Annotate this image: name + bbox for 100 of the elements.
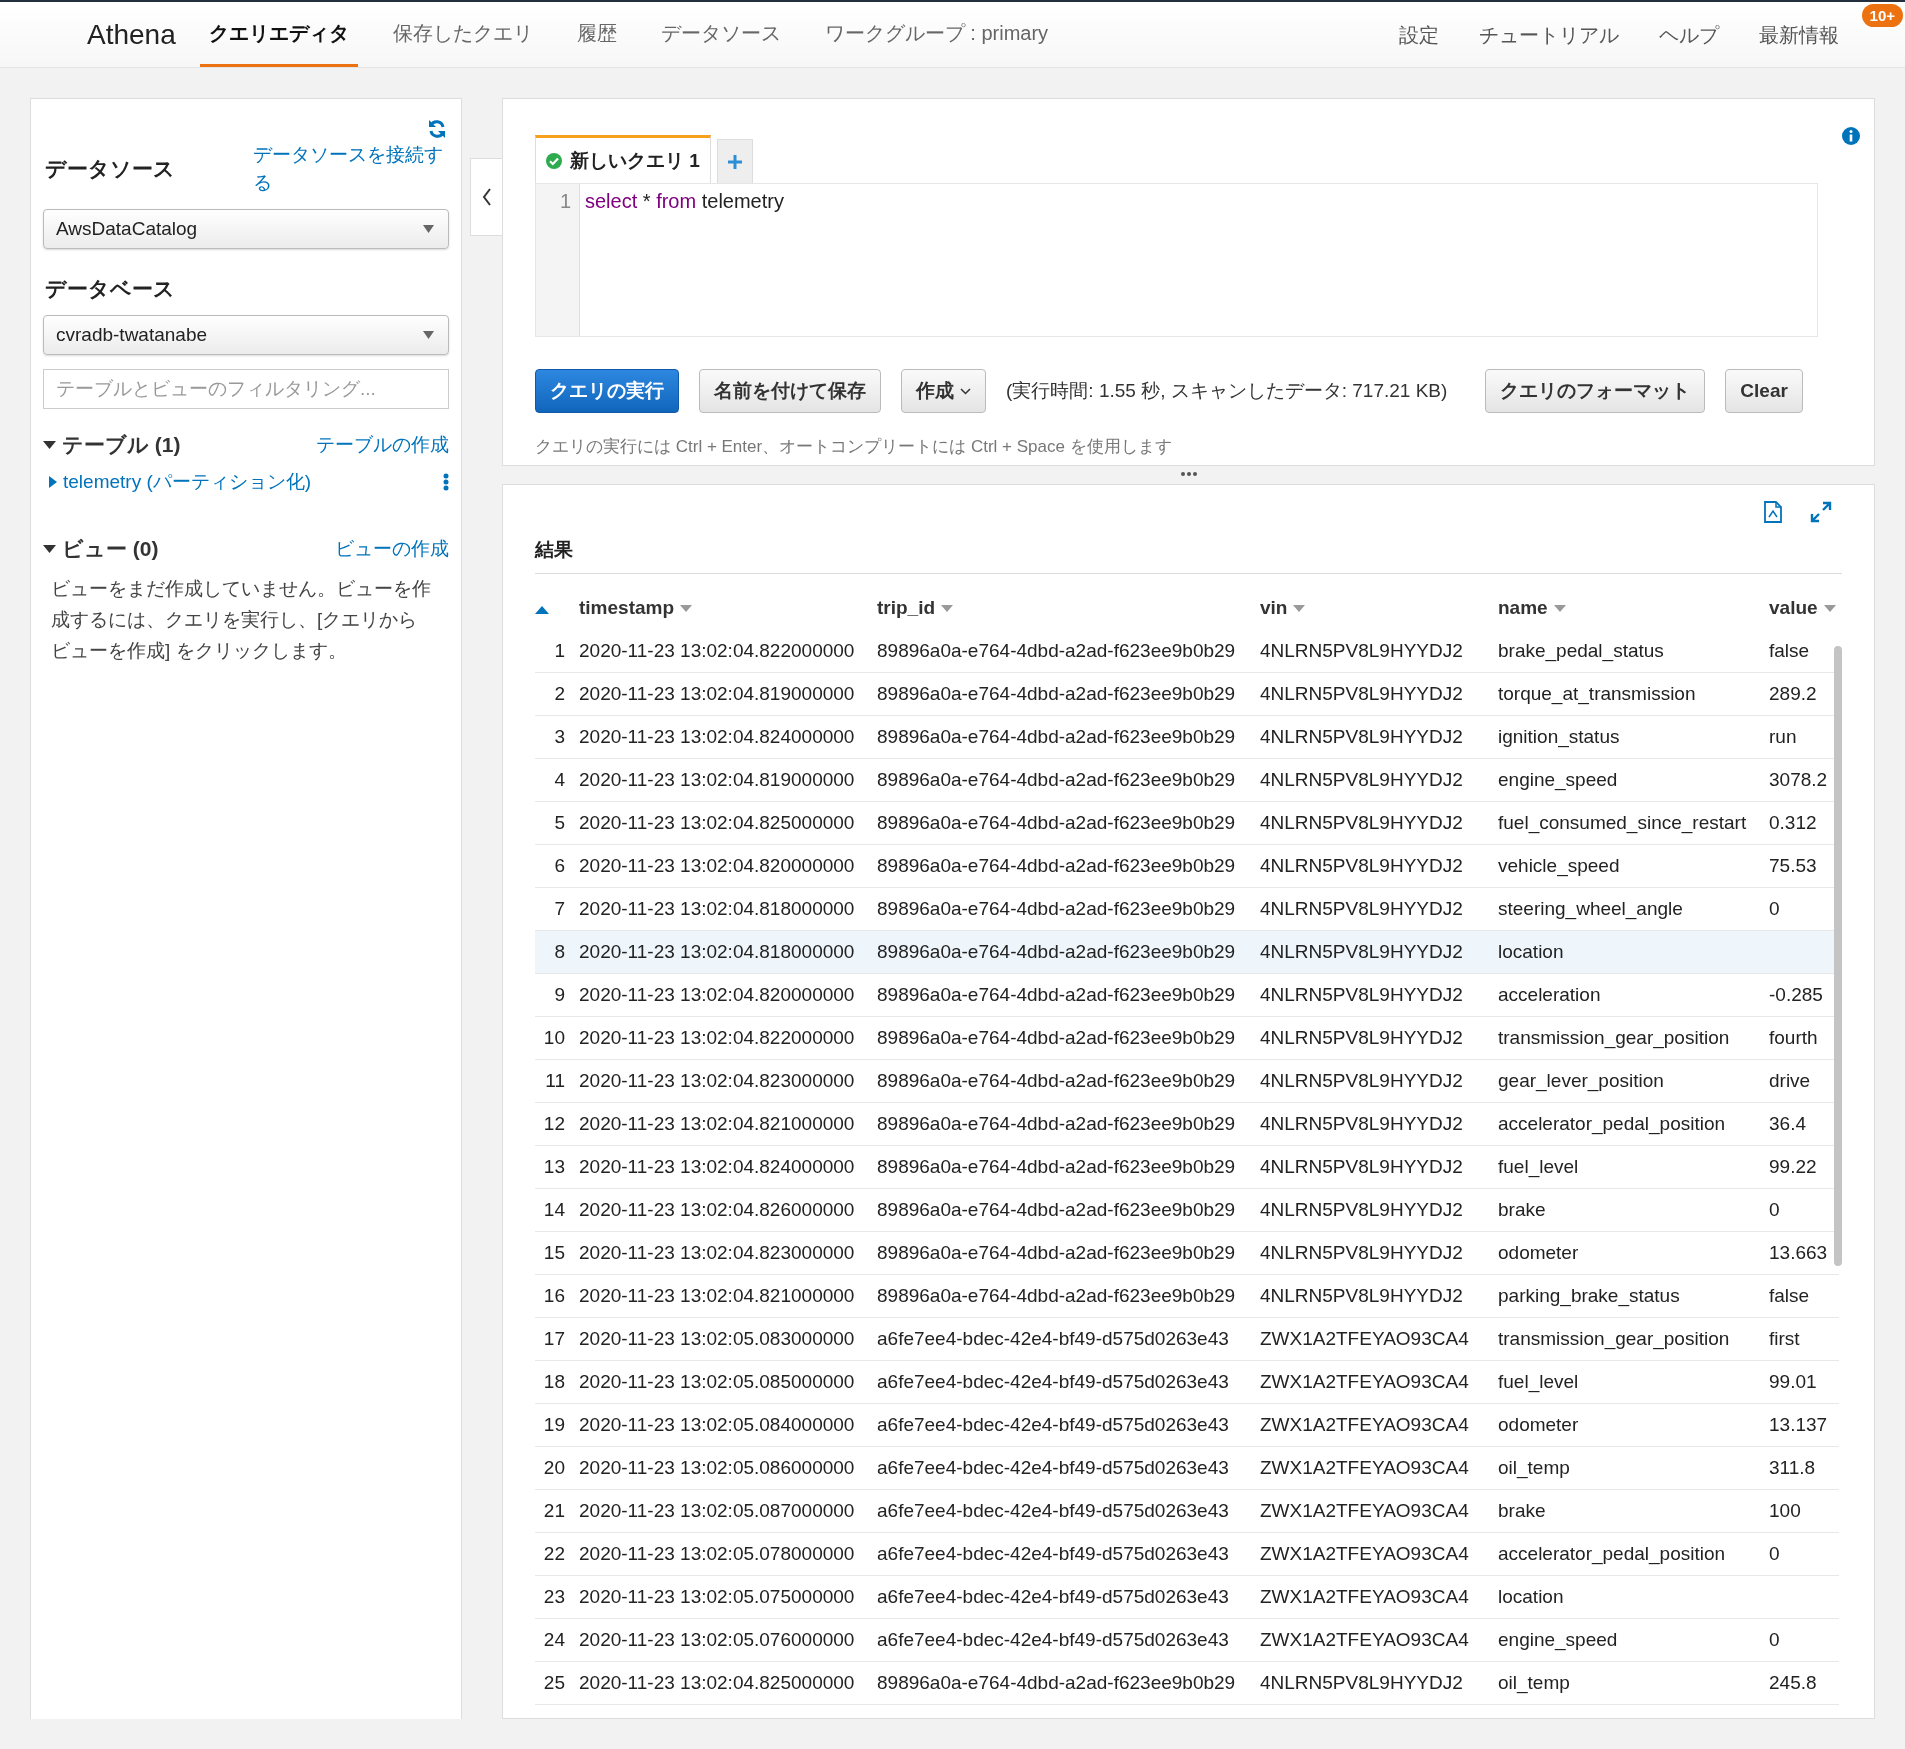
- expanded-triangle-icon[interactable]: [43, 545, 56, 553]
- nav-link[interactable]: 最新情報: [1759, 23, 1839, 46]
- new-tab-button[interactable]: [716, 139, 753, 183]
- table-cell: 89896a0a-e764-4dbd-a2ad-f623ee9b0b29: [877, 1242, 1236, 1263]
- run-query-button[interactable]: クエリの実行: [535, 369, 679, 413]
- document-icon[interactable]: [1764, 501, 1782, 523]
- column-header[interactable]: vin: [1260, 597, 1288, 619]
- row-number: 19: [543, 1414, 565, 1435]
- section-title: データベース: [44, 276, 176, 302]
- table-cell: brake_pedal_status: [1498, 640, 1664, 661]
- column-header[interactable]: value: [1769, 597, 1818, 619]
- table-cell: fuel_level: [1498, 1371, 1579, 1392]
- nav-link[interactable]: チュートリアル: [1479, 23, 1619, 46]
- nav-link[interactable]: ヘルプ: [1659, 23, 1719, 46]
- table-cell: 2020-11-23 13:02:04.824000000: [579, 726, 855, 747]
- caret-down-icon[interactable]: [1293, 604, 1306, 612]
- table-row[interactable]: 21 2020-11-23 13:02:05.087000000 a6fe7ee4-bdec-42e4-bf49-d575d0263e43 ZWX1A2TFEYAO93CA4 brake 100: [535, 1489, 1839, 1533]
- caret-down-icon[interactable]: [1553, 604, 1566, 612]
- table-cell: 2020-11-23 13:02:04.820000000: [579, 855, 855, 876]
- kebab-menu-icon[interactable]: [443, 473, 449, 491]
- connect-link[interactable]: データソースを接続する: [253, 141, 449, 197]
- table-cell: 4NLRN5PV8L9HYYDJ2: [1260, 1285, 1463, 1306]
- column-header[interactable]: timestamp: [579, 597, 675, 619]
- table-cell: transmission_gear_position: [1498, 1328, 1730, 1349]
- table-cell: parking_brake_status: [1498, 1285, 1680, 1306]
- table-cell: ZWX1A2TFEYAO93CA4: [1260, 1629, 1469, 1650]
- table-cell: 4NLRN5PV8L9HYYDJ2: [1260, 941, 1463, 962]
- plus-icon: [727, 154, 742, 169]
- table-row[interactable]: 18 2020-11-23 13:02:05.085000000 a6fe7ee4-bdec-42e4-bf49-d575d0263e43 ZWX1A2TFEYAO93CA4 fuel_level 99.01: [535, 1360, 1839, 1404]
- table-row[interactable]: 8 2020-11-23 13:02:04.818000000 89896a0a-e764-4dbd-a2ad-f623ee9b0b29 4NLRN5PV8L9HYYDJ2 location: [535, 930, 1839, 974]
- nav-tab[interactable]: クエリエディタ: [199, 2, 358, 67]
- table-row[interactable]: 17 2020-11-23 13:02:05.083000000 a6fe7ee4-bdec-42e4-bf49-d575d0263e43 ZWX1A2TFEYAO93CA4 transmission_gear_position first: [535, 1317, 1839, 1361]
- table-cell: 2020-11-23 13:02:04.818000000: [579, 941, 855, 962]
- table-cell: 2020-11-23 13:02:04.820000000: [579, 984, 855, 1005]
- refresh-icon[interactable]: [427, 119, 447, 139]
- sort-ascending-icon[interactable]: [535, 606, 549, 614]
- table-cell: a6fe7ee4-bdec-42e4-bf49-d575d0263e43: [877, 1500, 1229, 1521]
- query-tab[interactable]: 新しいクエリ 1: [535, 135, 711, 183]
- table-cell: 89896a0a-e764-4dbd-a2ad-f623ee9b0b29: [877, 1156, 1236, 1177]
- datasource-dropdown[interactable]: AwsDataCatalog: [43, 209, 449, 249]
- table-cell: 0: [1769, 898, 1780, 919]
- caret-down-icon[interactable]: [1823, 604, 1836, 612]
- table-cell: accelerator_pedal_position: [1498, 1543, 1726, 1564]
- table-row[interactable]: 25 2020-11-23 13:02:04.825000000 89896a0a-e764-4dbd-a2ad-f623ee9b0b29 4NLRN5PV8L9HYYDJ2 oil_temp 245.8: [535, 1661, 1839, 1705]
- scrollbar[interactable]: [1834, 646, 1842, 1266]
- table-cell: 89896a0a-e764-4dbd-a2ad-f623ee9b0b29: [877, 898, 1236, 919]
- table-row[interactable]: 22 2020-11-23 13:02:05.078000000 a6fe7ee4-bdec-42e4-bf49-d575d0263e43 ZWX1A2TFEYAO93CA4 accelerator_pedal_position 0: [535, 1532, 1839, 1576]
- database-dropdown[interactable]: cvradb-twatanabe: [43, 315, 449, 355]
- table-cell: 89896a0a-e764-4dbd-a2ad-f623ee9b0b29: [877, 941, 1236, 962]
- code-line: select * from telemetry: [585, 190, 784, 212]
- row-number: 20: [543, 1457, 565, 1478]
- filter-field[interactable]: テーブルとビューのフィルタリング...: [43, 369, 449, 409]
- nav-tab[interactable]: 履歴: [567, 2, 626, 67]
- table-cell: 36.4: [1769, 1113, 1806, 1134]
- row-number: 16: [543, 1285, 565, 1306]
- table-cell: 2020-11-23 13:02:05.078000000: [579, 1543, 855, 1564]
- table-cell: a6fe7ee4-bdec-42e4-bf49-d575d0263e43: [877, 1543, 1229, 1564]
- table-cell: 89896a0a-e764-4dbd-a2ad-f623ee9b0b29: [877, 726, 1236, 747]
- caret-down-icon[interactable]: [941, 604, 954, 612]
- info-icon[interactable]: [1842, 127, 1860, 145]
- row-number: 6: [554, 855, 565, 876]
- table-row[interactable]: 19 2020-11-23 13:02:05.084000000 a6fe7ee4-bdec-42e4-bf49-d575d0263e43 ZWX1A2TFEYAO93CA4 odometer 13.137: [535, 1403, 1839, 1447]
- table-row[interactable]: 20 2020-11-23 13:02:05.086000000 a6fe7ee4-bdec-42e4-bf49-d575d0263e43 ZWX1A2TFEYAO93CA4 oil_temp 311.8: [535, 1446, 1839, 1490]
- nav-tab[interactable]: ワークグループ : primary: [815, 2, 1058, 67]
- drag-handle-icon[interactable]: [1180, 472, 1197, 476]
- table-cell: 4NLRN5PV8L9HYYDJ2: [1260, 726, 1463, 747]
- code-editor[interactable]: 1 select * from telemetry: [535, 183, 1818, 337]
- nav-tab[interactable]: 保存したクエリ: [383, 2, 542, 67]
- table-cell: fourth: [1769, 1027, 1818, 1048]
- format-query-button[interactable]: クエリのフォーマット: [1485, 369, 1706, 413]
- table-cell: 2020-11-23 13:02:05.087000000: [579, 1500, 855, 1521]
- table-cell: 4NLRN5PV8L9HYYDJ2: [1260, 1672, 1463, 1693]
- section-title: データソース: [44, 156, 175, 182]
- table-cell: 13.137: [1769, 1414, 1828, 1435]
- nav-tab[interactable]: データソース: [651, 2, 790, 67]
- section-header[interactable]: ビュー (0): [62, 535, 159, 563]
- create-dropdown-button[interactable]: 作成: [901, 369, 986, 413]
- table-row[interactable]: 24 2020-11-23 13:02:05.076000000 a6fe7ee4-bdec-42e4-bf49-d575d0263e43 ZWX1A2TFEYAO93CA4 engine_speed 0: [535, 1618, 1839, 1662]
- create-link[interactable]: テーブルの作成: [316, 432, 449, 458]
- create-link[interactable]: ビューの作成: [335, 536, 449, 562]
- expand-icon[interactable]: [1810, 501, 1832, 523]
- table-cell: 4NLRN5PV8L9HYYDJ2: [1260, 1199, 1463, 1220]
- table-row[interactable]: 23 2020-11-23 13:02:05.075000000 a6fe7ee4-bdec-42e4-bf49-d575d0263e43 ZWX1A2TFEYAO93CA4 location: [535, 1575, 1839, 1619]
- section-header[interactable]: テーブル (1): [62, 431, 181, 459]
- nav-link[interactable]: 設定: [1399, 23, 1439, 46]
- column-header[interactable]: trip_id: [877, 597, 936, 619]
- expanded-triangle-icon[interactable]: [43, 441, 56, 449]
- row-number: 14: [543, 1199, 565, 1220]
- clear-button[interactable]: Clear: [1725, 369, 1803, 413]
- column-header[interactable]: name: [1498, 597, 1548, 619]
- table-item[interactable]: telemetry (パーティション化): [63, 469, 312, 495]
- save-as-button[interactable]: 名前を付けて保存: [699, 369, 881, 413]
- collapsed-triangle-icon[interactable]: [49, 476, 57, 488]
- query-stats: (実行時間: 1.55 秒, スキャンしたデータ: 717.21 KB): [1006, 379, 1448, 403]
- table-cell: first: [1769, 1328, 1800, 1349]
- caret-down-icon[interactable]: [680, 604, 693, 612]
- table-cell: 2020-11-23 13:02:04.823000000: [579, 1242, 855, 1263]
- table-row[interactable]: 16 2020-11-23 13:02:04.821000000 89896a0a-e764-4dbd-a2ad-f623ee9b0b29 4NLRN5PV8L9HYYDJ2 parking_brake_status false: [535, 1274, 1839, 1318]
- table-cell: 4NLRN5PV8L9HYYDJ2: [1260, 1027, 1463, 1048]
- table-cell: 0.312: [1769, 812, 1817, 833]
